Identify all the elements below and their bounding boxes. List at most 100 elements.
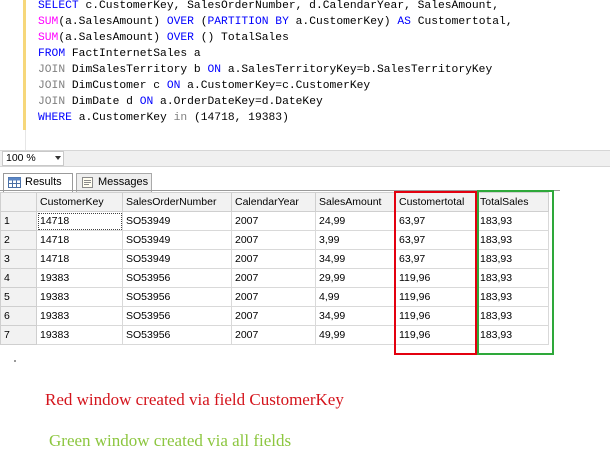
grid-cell[interactable]: 24,99 [315, 211, 396, 231]
zoom-bar: 100 % [0, 150, 610, 167]
grid-cell[interactable]: SO53949 [122, 211, 232, 231]
sql-line[interactable]: JOIN DimDate d ON a.OrderDateKey=d.DateK… [38, 94, 513, 110]
column-header[interactable]: TotalSales [476, 192, 549, 212]
grid-cell[interactable]: 3,99 [315, 230, 396, 250]
grid-cell[interactable]: 183,93 [476, 230, 549, 250]
grid-cell[interactable]: 63,97 [395, 249, 477, 269]
sql-line[interactable]: SUM(a.SalesAmount) OVER (PARTITION BY a.… [38, 14, 513, 30]
table-row[interactable]: 3 14718 SO53949 2007 34,99 63,97 183,93 [0, 249, 549, 269]
sql-line[interactable]: JOIN DimSalesTerritory b ON a.SalesTerri… [38, 62, 513, 78]
grid-cell[interactable]: 2007 [231, 325, 316, 345]
results-grid[interactable]: CustomerKey SalesOrderNumber CalendarYear S… [0, 192, 560, 357]
sql-editor[interactable]: SELECT c.CustomerKey, SalesOrderNumber, … [0, 0, 610, 150]
table-row[interactable]: 1 14718 SO53949 2007 24,99 63,97 183,93 [0, 211, 549, 231]
grid-scroll-dot [14, 360, 16, 362]
sql-token: OVER [166, 16, 201, 28]
grid-cell[interactable]: SO53949 [122, 230, 232, 250]
sql-token: AS [397, 16, 418, 28]
grid-cell[interactable]: 2007 [231, 287, 316, 307]
grid-cell[interactable]: 14718 [36, 211, 123, 231]
sql-token: Customertotal, [417, 16, 513, 28]
row-number[interactable]: 2 [0, 230, 37, 250]
sql-token: DimSalesTerritory b [71, 64, 208, 76]
grid-header-row: CustomerKey SalesOrderNumber CalendarYear S… [0, 192, 549, 212]
grid-cell[interactable]: 2007 [231, 306, 316, 326]
tab-messages-label: Messages [98, 176, 149, 188]
column-header[interactable]: SalesAmount [315, 192, 396, 212]
grid-cell[interactable]: 49,99 [315, 325, 396, 345]
chevron-down-icon[interactable] [55, 156, 61, 160]
grid-cell[interactable]: SO53956 [122, 306, 232, 326]
change-tracking-bar [23, 0, 26, 130]
column-header[interactable]: CustomerKey [36, 192, 123, 212]
grid-cell[interactable]: 183,93 [476, 287, 549, 307]
grid-cell[interactable]: SO53949 [122, 249, 232, 269]
grid-cell[interactable]: 14718 [36, 230, 123, 250]
grid-cell[interactable]: 183,93 [476, 249, 549, 269]
grid-cell[interactable]: 183,93 [476, 325, 549, 345]
sql-token: JOIN [38, 96, 72, 108]
sql-code[interactable]: SELECT c.CustomerKey, SalesOrderNumber, … [38, 0, 513, 126]
grid-cell[interactable]: 63,97 [395, 230, 477, 250]
grid-cell[interactable]: 119,96 [395, 306, 477, 326]
grid-cell[interactable]: 19383 [36, 287, 123, 307]
row-number[interactable]: 7 [0, 325, 37, 345]
column-header[interactable]: Customertotal [395, 192, 477, 212]
grid-cell[interactable]: 34,99 [315, 249, 396, 269]
grid-cell[interactable]: 183,93 [476, 268, 549, 288]
row-number[interactable]: 3 [0, 249, 37, 269]
sql-token: SUM [38, 16, 59, 28]
sql-token: a.CustomerKey=c.CustomerKey [187, 80, 371, 92]
sql-line[interactable]: FROM FactInternetSales a [38, 46, 513, 62]
grid-cell[interactable]: SO53956 [122, 287, 232, 307]
row-number[interactable]: 6 [0, 306, 37, 326]
sql-token: ON [139, 96, 161, 108]
grid-cell[interactable]: 183,93 [476, 306, 549, 326]
grid-cell[interactable]: 19383 [36, 306, 123, 326]
table-row[interactable]: 7 19383 SO53956 2007 49,99 119,96 183,93 [0, 325, 549, 345]
row-number[interactable]: 5 [0, 287, 37, 307]
grid-cell[interactable]: 119,96 [395, 268, 477, 288]
sql-token: (a.SalesAmount) [58, 32, 167, 44]
table-row[interactable]: 2 14718 SO53949 2007 3,99 63,97 183,93 [0, 230, 549, 250]
sql-line[interactable]: JOIN DimCustomer c ON a.CustomerKey=c.Cu… [38, 78, 513, 94]
grid-cell[interactable]: 119,96 [395, 325, 477, 345]
grid-cell[interactable]: 119,96 [395, 287, 477, 307]
zoom-value: 100 % [6, 152, 36, 164]
table-row[interactable]: 5 19383 SO53956 2007 4,99 119,96 183,93 [0, 287, 549, 307]
grid-cell[interactable]: 2007 [231, 230, 316, 250]
row-number[interactable]: 4 [0, 268, 37, 288]
grid-cell[interactable]: 183,93 [476, 211, 549, 231]
grid-cell[interactable]: 4,99 [315, 287, 396, 307]
sql-token: SELECT [38, 0, 86, 12]
table-row[interactable]: 4 19383 SO53956 2007 29,99 119,96 183,93 [0, 268, 549, 288]
grid-cell[interactable]: SO53956 [122, 268, 232, 288]
sql-token: ON [207, 64, 228, 76]
sql-token: JOIN [38, 80, 72, 92]
row-number[interactable]: 1 [0, 211, 37, 231]
grid-cell[interactable]: 2007 [231, 211, 316, 231]
grid-cell[interactable]: SO53956 [122, 325, 232, 345]
grid-cell[interactable]: 29,99 [315, 268, 396, 288]
grid-cell[interactable]: 2007 [231, 249, 316, 269]
zoom-dropdown[interactable]: 100 % [2, 151, 64, 166]
column-header[interactable]: CalendarYear [231, 192, 316, 212]
green-window-caption: Green window created via all fields [49, 431, 292, 450]
grid-cell[interactable]: 63,97 [395, 211, 477, 231]
sql-line[interactable]: SUM(a.SalesAmount) OVER () TotalSales [38, 30, 513, 46]
grid-cell[interactable]: 19383 [36, 268, 123, 288]
sql-line[interactable]: WHERE a.CustomerKey in (14718, 19383) [38, 110, 513, 126]
sql-token: SUM [38, 32, 59, 44]
grid-cell[interactable]: 34,99 [315, 306, 396, 326]
grid-corner[interactable] [0, 192, 37, 212]
column-header[interactable]: SalesOrderNumber [122, 192, 232, 212]
sql-token: (14718, 19383) [193, 112, 289, 124]
grid-cell[interactable]: 19383 [36, 325, 123, 345]
sql-line[interactable]: SELECT c.CustomerKey, SalesOrderNumber, … [38, 0, 513, 14]
table-row[interactable]: 6 19383 SO53956 2007 34,99 119,96 183,93 [0, 306, 549, 326]
sql-token: OVER [166, 32, 201, 44]
grid-cell[interactable]: 2007 [231, 268, 316, 288]
sql-token: ON [166, 80, 188, 92]
grid-cell[interactable]: 14718 [36, 249, 123, 269]
sql-token: (a.SalesAmount) [58, 16, 167, 28]
